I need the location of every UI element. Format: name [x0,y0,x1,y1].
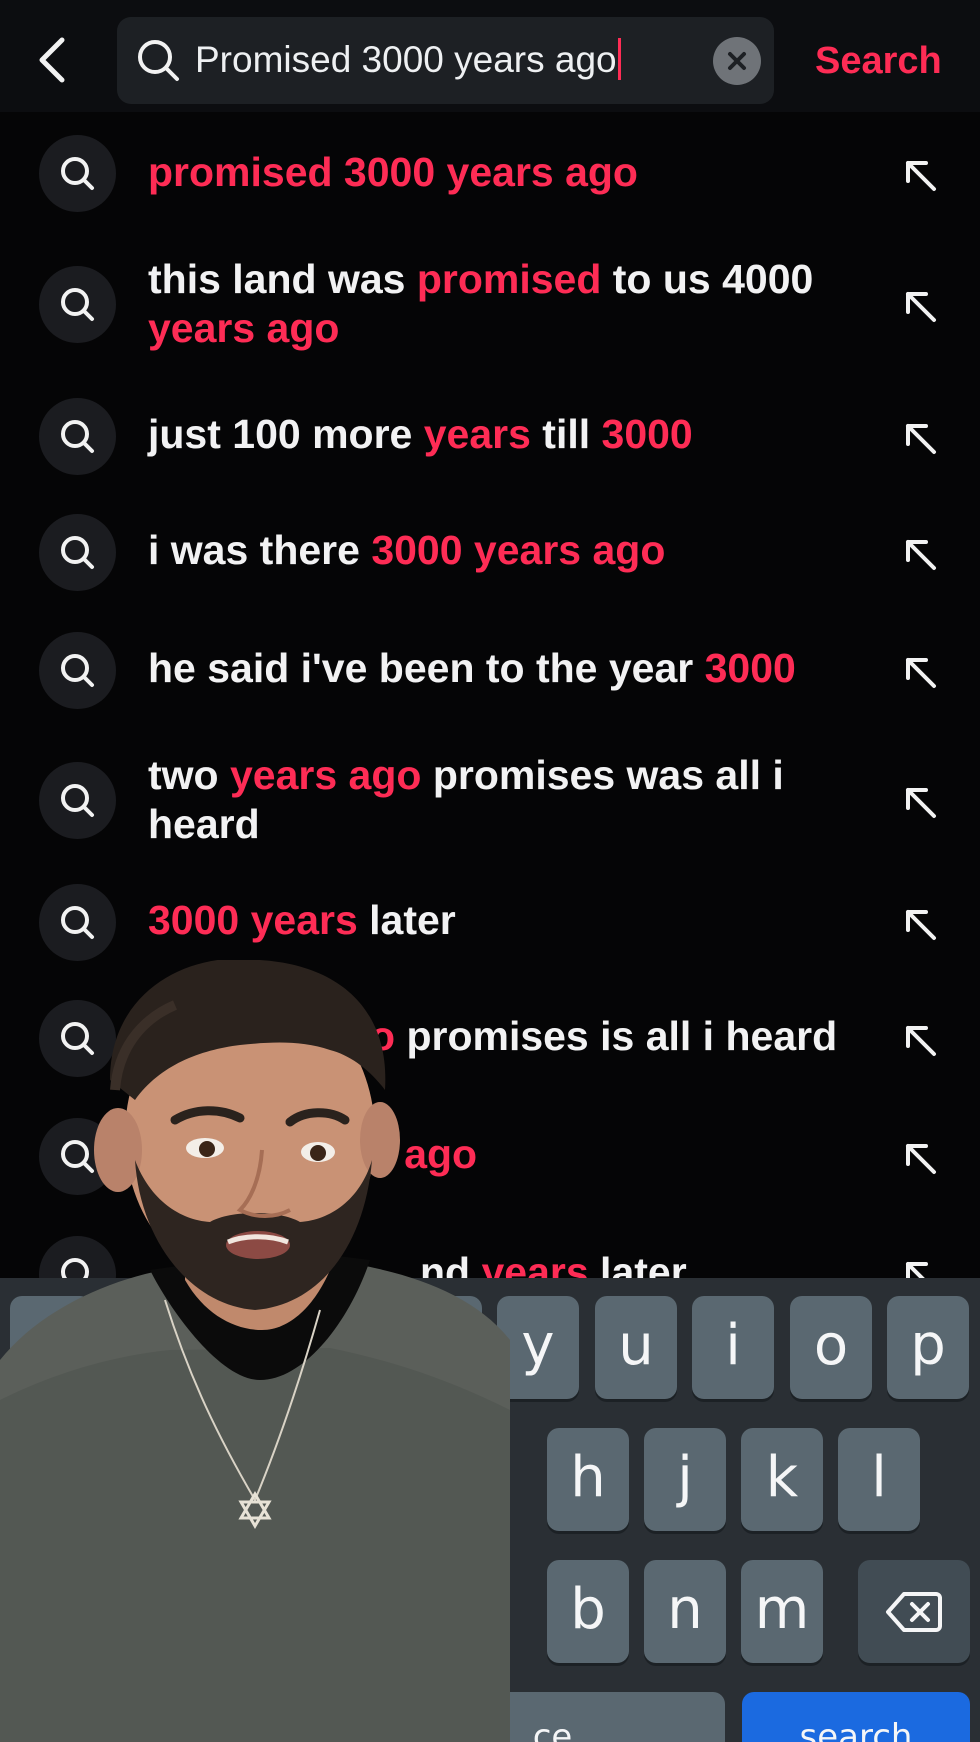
arrow-up-left-icon [906,1144,936,1174]
suggestion-search-icon [39,762,116,839]
chevron-left-icon [39,37,65,83]
key-b[interactable]: b [547,1560,629,1663]
text-caret [617,38,621,81]
suggestion-highlight-text: years ago [229,752,422,798]
fill-arrow-icon[interactable] [896,151,944,199]
suggestion-label: two years ago promises was all i heard [148,751,868,849]
suggestion-text: later [588,1249,687,1278]
suggestion-highlight-text: 3000 years ago [371,527,666,573]
suggestion-text: two [148,752,230,798]
suggestion-search-icon [39,632,116,709]
suggestion-row[interactable]: i was there 3000 years ago [0,494,980,610]
clear-search-button[interactable] [713,37,761,85]
suggestion-row[interactable]: promised 3000 years ago [0,118,980,236]
suggestion-text: to us 4000 [601,256,814,302]
arrow-up-left-icon [906,540,936,570]
suggestion-text: later [357,897,456,943]
arrow-up-left-icon [906,161,936,191]
suggestion-row[interactable]: just 100 more years till 3000 [0,378,980,494]
arrow-up-left-icon [906,424,936,454]
search-query-value: Promised 3000 years ago [195,39,617,80]
search-submit-button[interactable]: Search [815,34,942,88]
key-l[interactable]: l [838,1428,920,1531]
suggestion-search-icon [39,135,116,212]
backspace-key[interactable] [858,1560,970,1663]
suggestion-text: he said i've been to the year [148,645,705,691]
key-k[interactable]: k [741,1428,823,1531]
suggestion-label: promised 3000 years ago [148,148,868,197]
key-i[interactable]: i [692,1296,774,1399]
key-m[interactable]: m [741,1560,823,1663]
search-icon [61,784,94,817]
search-key[interactable]: search [742,1692,970,1742]
key-n[interactable]: n [644,1560,726,1663]
search-query-text[interactable]: Promised 3000 years ago [195,35,621,85]
suggestion-highlight-text: 3000 years [148,897,358,943]
video-overlay-person [0,958,510,1742]
search-page: Promised 3000 years ago Search promised … [0,0,980,1742]
suggestion-highlight-text: years ago [148,305,340,351]
search-icon [61,157,94,190]
arrow-up-left-icon [906,788,936,818]
key-h[interactable]: h [547,1428,629,1531]
suggestion-label: just 100 more years till 3000 [148,410,868,459]
suggestion-row[interactable]: this land was promised to us 4000 years … [0,236,980,378]
suggestion-highlight-text: promised 3000 years ago [148,149,638,195]
key-o[interactable]: o [790,1296,872,1399]
suggestion-row[interactable]: two years ago promises was all i heard [0,728,980,870]
suggestion-label: he said i've been to the year 3000 [148,644,868,693]
suggestion-row[interactable]: he said i've been to the year 3000 [0,610,980,728]
suggestion-text: just 100 more [148,411,424,457]
fill-arrow-icon[interactable] [896,648,944,696]
person-image [0,958,510,1742]
arrow-up-left-icon [906,1262,928,1278]
search-icon [61,654,94,687]
backspace-icon [886,1592,942,1632]
suggestion-label: 3000 years later [148,896,868,945]
back-button[interactable] [30,28,78,92]
fill-arrow-icon[interactable] [896,530,944,578]
fill-arrow-icon[interactable] [896,1252,944,1278]
search-icon [61,536,94,569]
search-icon [138,40,179,81]
search-top-bar: Promised 3000 years ago Search [0,0,980,112]
suggestion-text: this land was [148,256,417,302]
suggestion-highlight-text: years [423,411,531,457]
fill-arrow-icon[interactable] [896,900,944,948]
fill-arrow-icon[interactable] [896,414,944,462]
suggestion-highlight-text: 3000 [704,645,796,691]
key-u[interactable]: u [595,1296,677,1399]
suggestion-text: till [530,411,602,457]
search-icon [61,288,94,321]
arrow-up-left-icon [906,910,936,940]
search-input[interactable]: Promised 3000 years ago [117,17,774,104]
suggestion-search-icon [39,884,116,961]
arrow-up-left-icon [906,292,936,322]
suggestion-search-icon [39,266,116,343]
arrow-up-left-icon [906,658,936,688]
fill-arrow-icon[interactable] [896,1134,944,1182]
suggestion-highlight-text: 3000 [601,411,693,457]
suggestion-search-icon [39,514,116,591]
suggestion-label: i was there 3000 years ago [148,526,868,575]
fill-arrow-icon[interactable] [896,1016,944,1064]
arrow-up-left-icon [906,1026,936,1056]
suggestion-highlight-text: promised [416,256,602,302]
fill-arrow-icon[interactable] [896,778,944,826]
key-p[interactable]: p [887,1296,969,1399]
close-icon [728,52,746,70]
suggestion-label: this land was promised to us 4000 years … [148,255,868,353]
key-j[interactable]: j [644,1428,726,1531]
suggestion-search-icon [39,398,116,475]
suggestion-text: i was there [148,527,372,573]
search-icon [61,906,94,939]
search-icon [61,420,94,453]
fill-arrow-icon[interactable] [896,282,944,330]
